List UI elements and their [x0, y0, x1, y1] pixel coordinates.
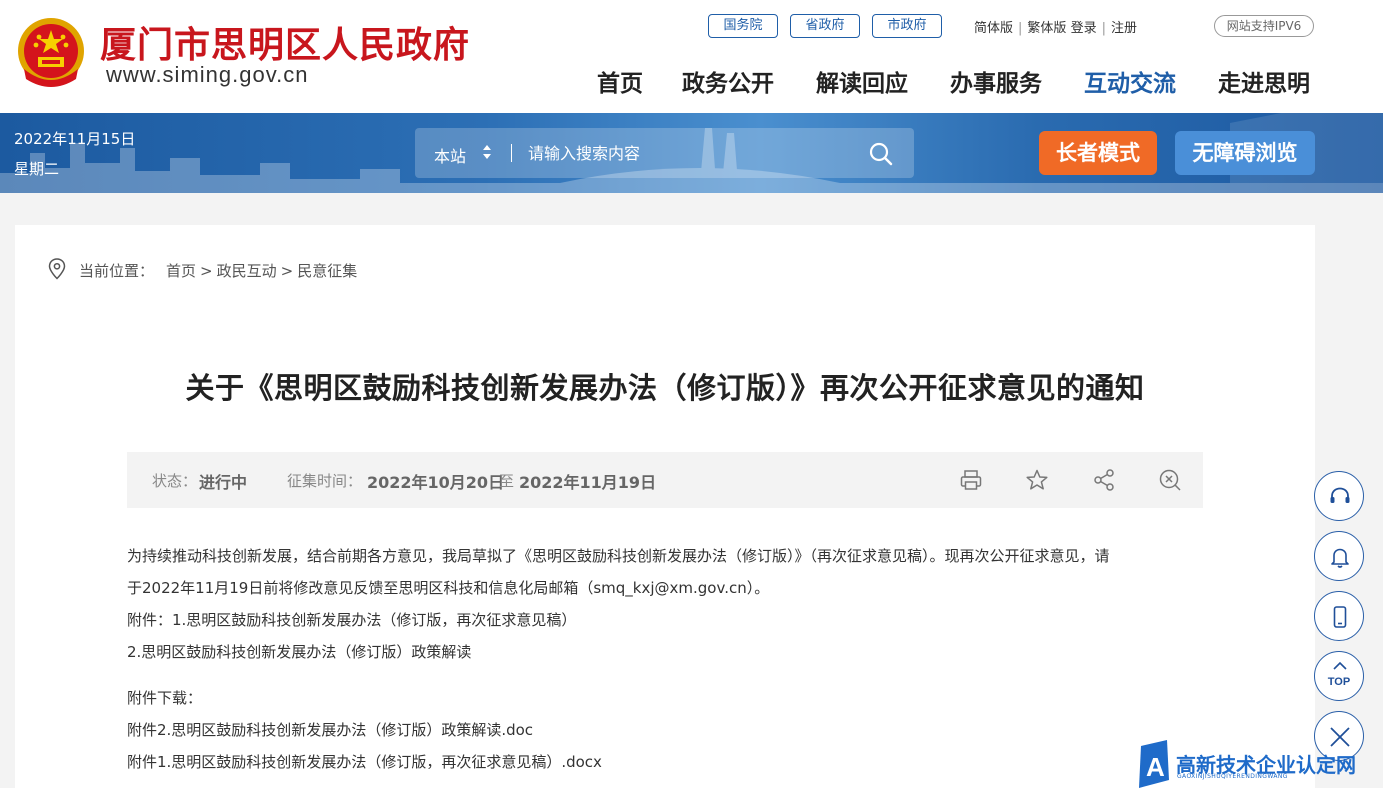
share-icon[interactable]: [1092, 468, 1116, 492]
breadcrumb-separator: >: [200, 262, 213, 280]
updown-arrow-icon: [483, 145, 491, 159]
site-url: www.siming.gov.cn: [106, 62, 309, 87]
breadcrumb-opinion[interactable]: 民意征集: [297, 262, 357, 280]
accessibility-button[interactable]: 无障碍浏览: [1175, 131, 1315, 175]
link-city-gov[interactable]: 市政府: [872, 14, 942, 38]
location-pin-icon: [48, 258, 66, 280]
status-label: 状态：: [152, 472, 198, 490]
nav-services[interactable]: 办事服务: [950, 64, 1042, 98]
back-to-top-button[interactable]: TOP: [1314, 651, 1364, 701]
register-link[interactable]: 注册: [1111, 21, 1137, 36]
nav-home[interactable]: 首页: [597, 64, 643, 98]
national-emblem-icon: [18, 18, 84, 87]
ipv6-badge: 网站支持IPV6: [1214, 15, 1314, 37]
elder-mode-button[interactable]: 长者模式: [1039, 131, 1157, 175]
article-info-bar: 状态： 进行中 征集时间： 2022年10月20日 至 2022年11月19日: [127, 452, 1203, 508]
link-state-council[interactable]: 国务院: [708, 14, 778, 38]
language-login-links: 简体版 | 繁体版 登录 | 注册: [974, 17, 1137, 36]
download-link-2[interactable]: 附件2.思明区鼓励科技创新发展办法（修订版）政策解读.doc: [127, 719, 533, 740]
print-icon[interactable]: [959, 468, 983, 492]
watermark-logo-icon: A: [1139, 740, 1169, 788]
search-scope-select[interactable]: 本站: [434, 143, 466, 167]
nav-gov-affairs[interactable]: 政务公开: [682, 64, 774, 98]
download-label: 附件下载：: [127, 689, 203, 707]
status-value: 进行中: [199, 473, 248, 492]
search-input[interactable]: [519, 138, 849, 168]
site-header: 厦门市思明区人民政府 www.siming.gov.cn 国务院 省政府 市政府…: [0, 0, 1383, 113]
breadcrumb-interaction[interactable]: 政民互动: [217, 262, 277, 280]
breadcrumb-label: 当前位置：: [79, 262, 155, 280]
top-label: TOP: [1327, 676, 1351, 688]
separator: |: [1101, 21, 1106, 36]
attachment-line2: 2.思明区鼓励科技创新发展办法（修订版）政策解读: [127, 643, 472, 661]
breadcrumb: 首页 > 政民互动 > 民意征集: [166, 260, 357, 281]
simplified-link[interactable]: 简体版: [974, 21, 1013, 36]
site-name: 厦门市思明区人民政府: [100, 24, 471, 66]
search-icon[interactable]: [867, 140, 895, 168]
traditional-link[interactable]: 繁体版: [1027, 21, 1066, 36]
breadcrumb-separator: >: [280, 262, 294, 280]
notification-button[interactable]: [1314, 531, 1364, 581]
content-card: 当前位置： 首页 > 政民互动 > 民意征集 关于《思明区鼓励科技创新发展办法（修订版）…: [15, 225, 1315, 788]
watermark-subtext: GAOXINJISHUQIYERENDINGWANG: [1177, 773, 1288, 780]
article-paragraph-line2: 于2022年11月19日前将修改意见反馈至思明区科技和信息化局邮箱（smq_kx…: [127, 579, 770, 597]
period-label: 征集时间：: [287, 472, 363, 490]
bell-icon: [1331, 548, 1349, 568]
nav-about-siming[interactable]: 走进思明: [1218, 64, 1310, 98]
separator: |: [1018, 21, 1023, 36]
link-provincial-gov[interactable]: 省政府: [790, 14, 860, 38]
watermark: A 高新技术企业认定网 GAOXINJISHUQIYERENDINGWANG: [1137, 740, 1383, 788]
period-end: 2022年11月19日: [519, 473, 657, 492]
banner-bar: 2022年11月15日 星期二 本站 长者模式 无障碍浏览: [0, 113, 1383, 193]
search-bar: 本站: [415, 128, 914, 178]
customer-service-button[interactable]: [1314, 471, 1364, 521]
star-icon[interactable]: [1025, 468, 1049, 492]
search-divider: [511, 144, 512, 162]
breadcrumb-home[interactable]: 首页: [166, 262, 196, 280]
current-date: 2022年11月15日: [14, 130, 136, 148]
current-weekday: 星期二: [14, 160, 60, 178]
attachment-line1: 附件：1.思明区鼓励科技创新发展办法（修订版，再次征求意见稿）: [127, 611, 577, 629]
login-link[interactable]: 登录: [1071, 21, 1097, 36]
period-start: 2022年10月20日: [367, 473, 505, 492]
period-to: 至: [499, 472, 515, 490]
nav-interpretation[interactable]: 解读回应: [816, 64, 908, 98]
chevron-up-icon: [1333, 661, 1347, 670]
page-title: 关于《思明区鼓励科技创新发展办法（修订版）》再次公开征求意见的通知: [185, 371, 1145, 405]
download-link-1[interactable]: 附件1.思明区鼓励科技创新发展办法（修订版，再次征求意见稿）.docx: [127, 751, 602, 772]
mobile-phone-icon: [1333, 606, 1347, 628]
close-search-icon[interactable]: [1158, 468, 1182, 492]
headset-icon: [1330, 487, 1350, 503]
svg-text:A: A: [1146, 752, 1165, 782]
nav-interaction[interactable]: 互动交流: [1084, 64, 1176, 98]
mobile-site-button[interactable]: [1314, 591, 1364, 641]
article-paragraph-line1: 为持续推动科技创新发展，结合前期各方意见，我局草拟了《思明区鼓励科技创新发展办法…: [127, 547, 1110, 565]
